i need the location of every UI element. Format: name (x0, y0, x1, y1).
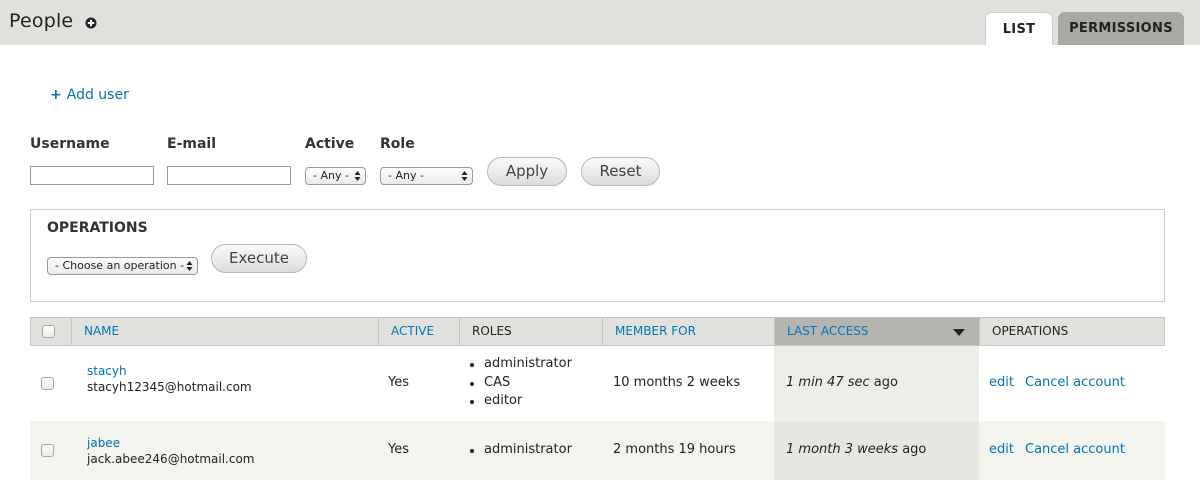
user-email: jack.abee246@hotmail.com (87, 452, 255, 466)
add-user-label: Add user (66, 87, 129, 103)
role-label: Role (380, 136, 415, 152)
email-label: E-mail (167, 136, 217, 152)
select-arrows-icon (461, 171, 468, 181)
member-for: 10 months 2 weeks (613, 375, 741, 390)
user-email: stacyh12345@hotmail.com (87, 380, 252, 394)
select-all-cell (31, 318, 72, 345)
table-row: stacyh stacyh12345@hotmail.com Yes admin… (30, 346, 1165, 421)
operations-title: OPERATIONS (47, 220, 148, 236)
last-access: 1 month 3 weeks ago (786, 442, 926, 457)
active-status: Yes (388, 442, 409, 457)
header-member-for[interactable]: MEMBER FOR (603, 318, 775, 345)
role-select[interactable]: - Any - (380, 167, 473, 185)
username-label: Username (30, 136, 110, 152)
last-access-suffix: ago (902, 442, 927, 457)
active-select-value: - Any - (313, 169, 349, 182)
last-access-duration: 1 min 47 sec (786, 375, 870, 390)
table-row: jabee jack.abee246@hotmail.com Yes admin… (30, 421, 1165, 480)
row-checkbox[interactable] (41, 377, 54, 390)
operation-select[interactable]: - Choose an operation - (47, 257, 198, 275)
execute-button[interactable]: Execute (211, 244, 307, 273)
sort-descending-icon (953, 329, 965, 336)
last-access: 1 min 47 sec ago (786, 375, 898, 390)
page-header: People LIST PERMISSIONS (0, 0, 1200, 45)
users-table: NAME ACTIVE ROLES MEMBER FOR LAST ACCESS… (30, 317, 1165, 480)
last-access-duration: 1 month 3 weeks (786, 442, 899, 457)
page-title: People (9, 10, 74, 32)
edit-link[interactable]: edit (989, 375, 1014, 390)
select-arrows-icon (186, 261, 193, 271)
roles-list: administrator CAS editor (468, 355, 572, 411)
member-for: 2 months 19 hours (613, 442, 736, 457)
plus-icon: + (50, 87, 62, 103)
tab-list[interactable]: LIST (985, 12, 1053, 45)
email-input[interactable] (167, 166, 291, 185)
role-item: editor (468, 392, 572, 411)
header-operations: OPERATIONS (992, 324, 1069, 338)
active-status: Yes (388, 375, 409, 390)
header-last-access-label: LAST ACCESS (787, 324, 869, 338)
roles-list: administrator (468, 441, 572, 460)
active-select[interactable]: - Any - (305, 167, 366, 185)
reset-button[interactable]: Reset (581, 157, 660, 186)
select-arrows-icon (354, 171, 361, 181)
cancel-account-link[interactable]: Cancel account (1025, 442, 1125, 457)
header-last-access[interactable]: LAST ACCESS (775, 318, 980, 345)
add-user-link[interactable]: + Add user (50, 87, 129, 103)
last-access-suffix: ago (873, 375, 898, 390)
tab-permissions[interactable]: PERMISSIONS (1058, 12, 1184, 45)
apply-button[interactable]: Apply (487, 157, 567, 186)
plus-circle-icon[interactable] (85, 17, 97, 29)
operation-select-value: - Choose an operation - (55, 259, 185, 272)
username-input[interactable] (30, 166, 154, 185)
row-checkbox[interactable] (41, 444, 54, 457)
select-all-checkbox[interactable] (42, 325, 55, 338)
edit-link[interactable]: edit (989, 442, 1014, 457)
role-item: CAS (468, 374, 572, 393)
header-name[interactable]: NAME (72, 318, 379, 345)
operations-fieldset: OPERATIONS - Choose an operation - Execu… (30, 209, 1165, 302)
header-active[interactable]: ACTIVE (379, 318, 460, 345)
table-header: NAME ACTIVE ROLES MEMBER FOR LAST ACCESS… (30, 317, 1165, 346)
header-roles: ROLES (460, 318, 603, 345)
role-item: administrator (468, 441, 572, 460)
active-label: Active (305, 136, 355, 152)
role-item: administrator (468, 355, 572, 374)
cancel-account-link[interactable]: Cancel account (1025, 375, 1125, 390)
username-link[interactable]: stacyh (87, 364, 127, 378)
username-link[interactable]: jabee (87, 436, 120, 450)
role-select-value: - Any - (388, 169, 424, 182)
